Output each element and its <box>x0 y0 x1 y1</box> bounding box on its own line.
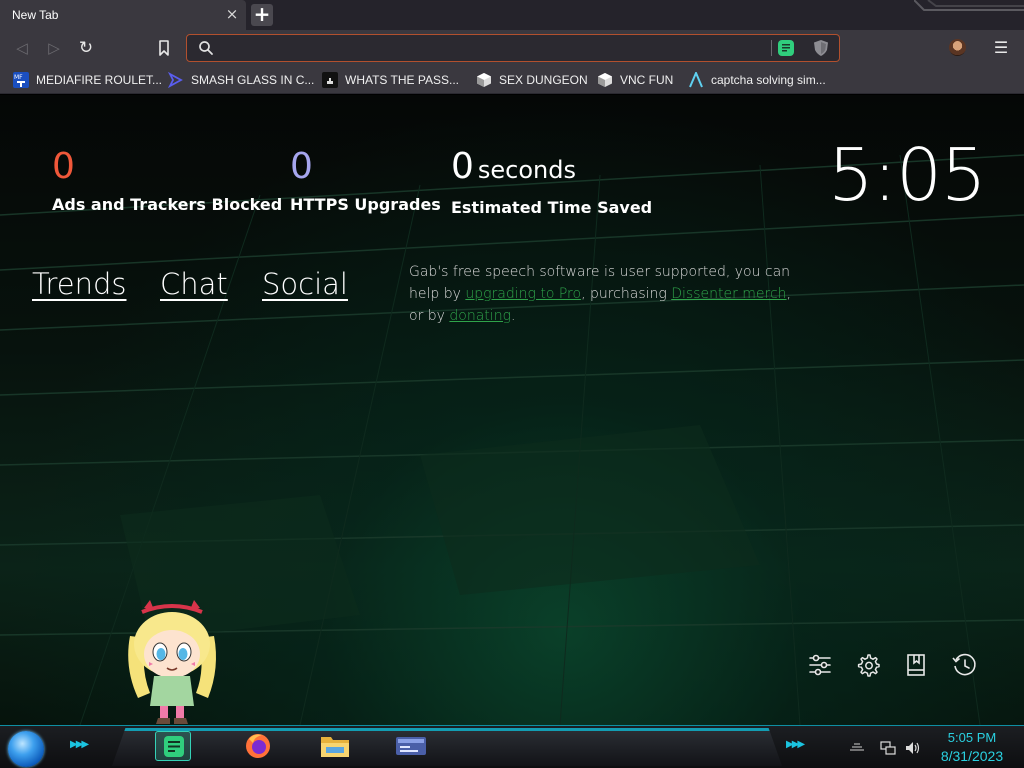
stat-label: Estimated Time Saved <box>451 198 653 217</box>
cube-icon <box>597 72 613 88</box>
bookmark-label: captcha solving sim... <box>711 73 826 87</box>
back-button[interactable]: ◁ <box>12 38 32 58</box>
terminal-icon <box>322 72 338 88</box>
network-icon[interactable] <box>880 740 896 756</box>
stat-number: 0 <box>451 146 474 187</box>
url-input[interactable] <box>219 37 749 59</box>
dissenter-merch-link[interactable]: Dissenter merch <box>671 286 786 302</box>
stat-label: HTTPS Upgrades <box>290 195 441 214</box>
smash-glass-icon <box>167 71 184 89</box>
control-panel-icon[interactable] <box>393 731 429 761</box>
taskbar-decoration: ▶▶▶ <box>786 739 805 750</box>
bookmark-page-icon[interactable] <box>154 38 174 58</box>
stat-value: 0 <box>52 146 75 187</box>
customize-icon[interactable] <box>807 652 833 678</box>
social-link[interactable]: Social <box>262 267 348 301</box>
stat-value: 0 seconds <box>451 147 652 190</box>
support-text: . <box>510 308 516 324</box>
bookmark-label: VNC FUN <box>620 73 674 87</box>
shield-icon[interactable] <box>813 39 829 57</box>
bookmark-label: WHATS THE PASS... <box>345 73 460 87</box>
stat-value: 0 <box>290 146 313 187</box>
bookmark-item[interactable]: MF MEDIAFIRE ROULET... <box>13 71 162 89</box>
history-icon[interactable] <box>951 652 977 678</box>
chat-link[interactable]: Chat <box>160 267 228 301</box>
reload-button[interactable]: ↻ <box>76 38 96 58</box>
settings-icon[interactable] <box>855 652 881 678</box>
window-frame-decoration <box>914 0 1024 11</box>
tab-close-icon[interactable]: × <box>224 5 240 23</box>
trends-link[interactable]: Trends <box>32 267 126 301</box>
forward-button[interactable]: ▷ <box>44 38 64 58</box>
svg-text:MF: MF <box>14 74 23 81</box>
caret-a-icon <box>688 70 704 88</box>
cube-icon <box>476 72 492 88</box>
bookmark-label: SMASH GLASS IN C... <box>191 73 315 87</box>
upgrade-pro-link[interactable]: upgrading to Pro <box>465 286 581 302</box>
gab-comments-icon[interactable] <box>778 40 794 56</box>
stat-unit: seconds <box>477 156 577 184</box>
volume-icon[interactable] <box>904 740 922 756</box>
stat-time-saved: 0 seconds Estimated Time Saved <box>451 147 653 218</box>
donating-link[interactable]: donating <box>449 308 511 324</box>
stat-https-upgrades: 0 HTTPS Upgrades <box>290 146 441 215</box>
bookmark-item[interactable]: VNC FUN <box>597 71 673 89</box>
firefox-icon[interactable] <box>240 731 276 761</box>
stat-label: Ads and Trackers Blocked <box>52 195 283 214</box>
tab-new-tab[interactable]: New Tab × <box>0 0 246 30</box>
taskbar: ▶▶▶ ▶▶▶ 5:05 PM 8/31/2023 <box>0 725 1024 768</box>
system-date[interactable]: 8/31/2023 <box>934 747 1010 765</box>
task-panel <box>112 728 782 766</box>
cartoon-character <box>128 600 216 724</box>
file-explorer-icon[interactable] <box>317 731 353 761</box>
system-time[interactable]: 5:05 PM <box>940 729 1004 746</box>
mediafire-icon: MF <box>13 72 29 88</box>
new-tab-page: 0 Ads and Trackers Blocked 0 HTTPS Upgra… <box>0 95 1024 725</box>
bookmark-label: MEDIAFIRE ROULET... <box>36 73 163 87</box>
menu-icon[interactable]: ☰ <box>993 38 1009 58</box>
bookmarks-icon[interactable] <box>903 652 929 678</box>
clock: 5:05 <box>828 133 987 217</box>
bookmark-label: SEX DUNGEON <box>499 73 588 87</box>
gab-logo <box>164 736 184 757</box>
bookmark-item[interactable]: captcha solving sim... <box>688 70 826 89</box>
tab-title: New Tab <box>12 8 59 22</box>
bookmark-item[interactable]: WHATS THE PASS... <box>322 71 459 89</box>
stat-ads-blocked: 0 Ads and Trackers Blocked <box>52 146 283 215</box>
support-text: , purchasing <box>581 286 672 302</box>
bookmark-item[interactable]: SEX DUNGEON <box>476 71 588 89</box>
new-tab-button[interactable]: + <box>251 4 273 26</box>
show-hidden-icons-icon[interactable] <box>848 742 866 752</box>
toolbar: ◁ ▷ ↻ ☰ <box>0 30 1024 66</box>
divider <box>771 40 772 56</box>
bookmarks-bar: MF MEDIAFIRE ROULET... SMASH GLASS IN C.… <box>0 66 1024 94</box>
taskbar-decoration: ▶▶▶ <box>70 739 89 750</box>
gab-dissenter-icon[interactable] <box>155 731 191 761</box>
search-icon <box>199 41 213 55</box>
start-button[interactable] <box>8 731 44 767</box>
tab-strip: New Tab × + <box>0 0 1024 30</box>
support-message: Gab's free speech software is user suppo… <box>409 261 809 327</box>
address-bar[interactable] <box>186 34 840 62</box>
bookmark-item[interactable]: SMASH GLASS IN C... <box>167 71 315 89</box>
profile-avatar[interactable] <box>949 39 966 56</box>
